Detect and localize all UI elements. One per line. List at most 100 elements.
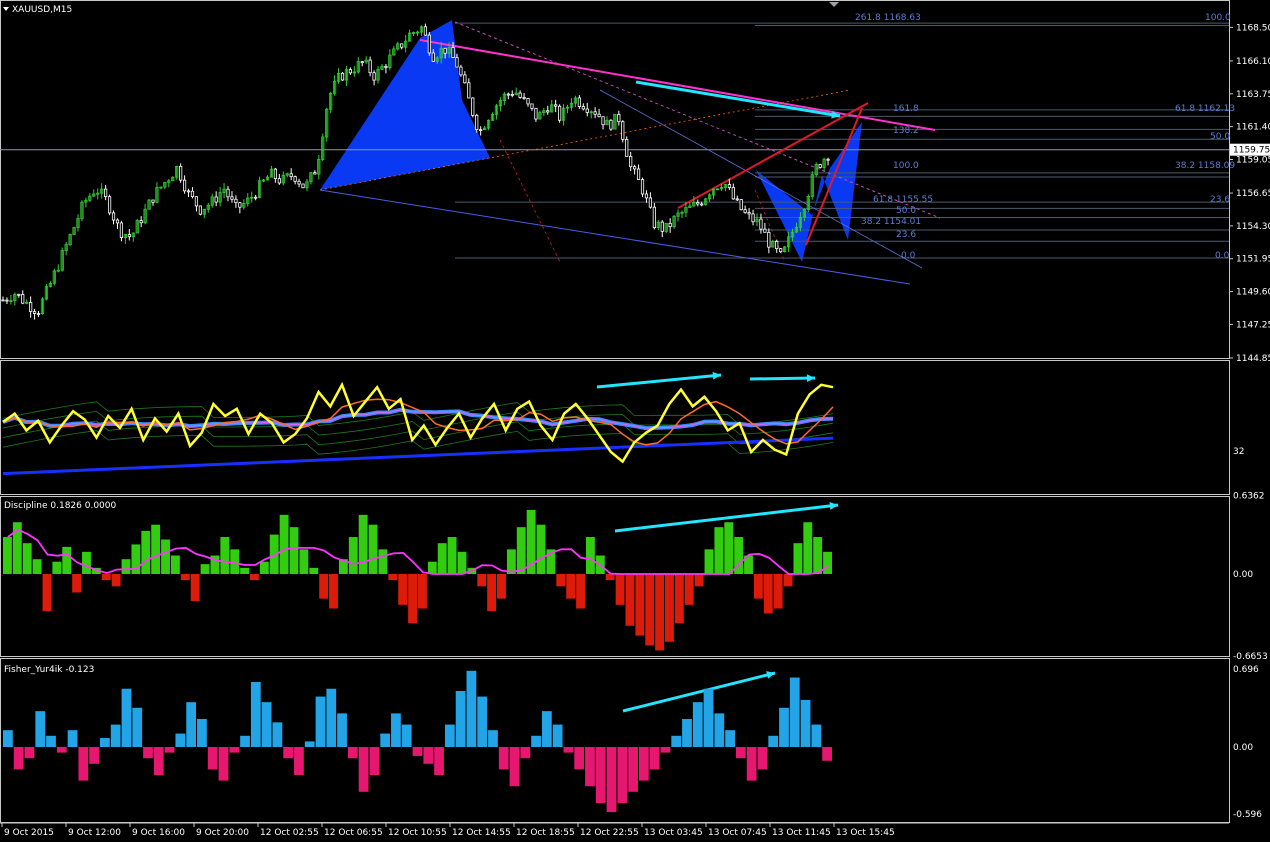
candle bbox=[593, 111, 597, 115]
fisher-bar bbox=[444, 724, 455, 747]
candle bbox=[301, 183, 305, 189]
discipline-bar bbox=[427, 561, 437, 574]
discipline-bar bbox=[437, 543, 447, 574]
price-tick-label: 1163.75 bbox=[1236, 90, 1270, 100]
candle bbox=[775, 240, 779, 250]
discipline-bar bbox=[457, 551, 467, 574]
discipline-bar bbox=[220, 537, 230, 574]
fibonacci-label: 61.8 1155.55 bbox=[873, 195, 933, 205]
discipline-bar bbox=[161, 539, 170, 574]
fisher-bar bbox=[563, 747, 574, 753]
discipline-bar bbox=[240, 567, 250, 574]
channel-lower-line bbox=[319, 189, 911, 285]
candle bbox=[194, 196, 199, 207]
candle bbox=[423, 26, 427, 36]
discipline-bar bbox=[72, 574, 82, 593]
fisher-bar bbox=[24, 747, 35, 759]
discipline-bar bbox=[714, 527, 724, 574]
discipline-bar bbox=[329, 574, 338, 609]
fisher-bar bbox=[789, 677, 800, 747]
candle bbox=[119, 222, 124, 239]
time-tick-label: 13 Oct 15:45 bbox=[836, 828, 895, 838]
fisher-bar bbox=[822, 747, 832, 761]
discipline-bar bbox=[724, 522, 734, 574]
fisher-bar bbox=[337, 713, 347, 747]
discipline-bar bbox=[62, 546, 72, 574]
fibonacci-label: 38.2 1158.09 bbox=[1175, 161, 1235, 171]
price-tick-label: 1147.25 bbox=[1236, 320, 1270, 330]
candle bbox=[467, 82, 471, 99]
discipline-title: Discipline 0.1826 0.0000 bbox=[4, 501, 117, 511]
discipline-bar bbox=[605, 574, 615, 581]
candle bbox=[340, 72, 345, 81]
discipline-bar bbox=[368, 524, 378, 574]
candle bbox=[747, 212, 751, 215]
fisher-bar bbox=[671, 735, 682, 747]
oscillator-axis-label: 32 bbox=[1233, 447, 1244, 457]
candle bbox=[617, 113, 621, 123]
discipline-bar bbox=[753, 574, 763, 599]
fisher-bar bbox=[682, 718, 692, 747]
dotted-trendline bbox=[454, 21, 941, 219]
dropdown-triangle-icon[interactable] bbox=[3, 7, 9, 11]
candle bbox=[731, 187, 735, 200]
candle bbox=[577, 97, 581, 107]
price-tick-label: 1159.05 bbox=[1236, 155, 1270, 165]
fibonacci-label: 23.6 bbox=[1210, 195, 1230, 205]
price-tick-label: 1166.10 bbox=[1236, 57, 1270, 67]
time-tick-label: 9 Oct 12:00 bbox=[68, 828, 121, 838]
candle bbox=[127, 234, 131, 238]
fisher-bar bbox=[488, 730, 498, 747]
fisher-bar bbox=[35, 711, 46, 747]
candle bbox=[759, 218, 763, 230]
discipline-bar bbox=[447, 537, 457, 574]
fisher-bar bbox=[369, 747, 380, 776]
candle bbox=[475, 114, 479, 131]
candle bbox=[558, 105, 562, 121]
fisher-bar bbox=[100, 738, 110, 747]
fisher-bar bbox=[272, 722, 283, 747]
fisher-bar bbox=[380, 733, 391, 747]
discipline-bar bbox=[556, 574, 566, 587]
discipline-axis-label: -0.6653 bbox=[1233, 652, 1268, 662]
candle bbox=[636, 168, 641, 181]
time-tick-label: 13 Oct 03:45 bbox=[644, 828, 703, 838]
fisher-bar bbox=[401, 724, 412, 747]
time-tick-label: 12 Oct 06:55 bbox=[324, 828, 383, 838]
time-tick-label: 9 Oct 2015 bbox=[4, 828, 54, 838]
candle bbox=[313, 172, 317, 175]
fisher-bar bbox=[143, 747, 153, 759]
fibonacci-label: 161.8 bbox=[893, 104, 919, 114]
candle bbox=[743, 209, 747, 213]
trading-chart[interactable]: 1168.50 1166.10 1163.75 1161.40 1159.05 1156.… bbox=[0, 0, 1270, 838]
fisher-bar bbox=[606, 747, 617, 812]
candle bbox=[36, 313, 41, 315]
fisher-bar bbox=[121, 688, 132, 747]
discipline-bar bbox=[42, 574, 52, 611]
divergence-arrow-osc-2-head bbox=[806, 374, 815, 383]
candle bbox=[179, 165, 183, 181]
discipline-bar bbox=[408, 574, 417, 624]
candle bbox=[735, 198, 739, 201]
time-tick-label: 9 Oct 16:00 bbox=[132, 828, 185, 838]
discipline-bar bbox=[151, 524, 161, 574]
fisher-bar bbox=[552, 724, 563, 747]
candle bbox=[443, 47, 447, 54]
symbol-title: XAUUSD,M15 bbox=[12, 5, 72, 15]
candle bbox=[652, 206, 656, 228]
price-tick-label: 1154.30 bbox=[1236, 222, 1270, 232]
candle bbox=[372, 72, 376, 81]
time-tick-label: 12 Oct 02:55 bbox=[260, 828, 319, 838]
discipline-bar bbox=[635, 574, 645, 636]
fisher-bar bbox=[326, 688, 337, 747]
candle bbox=[779, 248, 783, 253]
candle bbox=[739, 199, 743, 211]
candle bbox=[621, 121, 625, 140]
fibonacci-label: 38.2 1154.01 bbox=[861, 217, 921, 227]
fisher-bar bbox=[574, 747, 585, 770]
fibonacci-label: 100.0 bbox=[1205, 13, 1231, 23]
candle bbox=[648, 197, 653, 208]
fisher-bar bbox=[46, 735, 56, 747]
fisher-bar bbox=[358, 747, 369, 792]
price-tick-label: 1156.65 bbox=[1236, 189, 1270, 199]
